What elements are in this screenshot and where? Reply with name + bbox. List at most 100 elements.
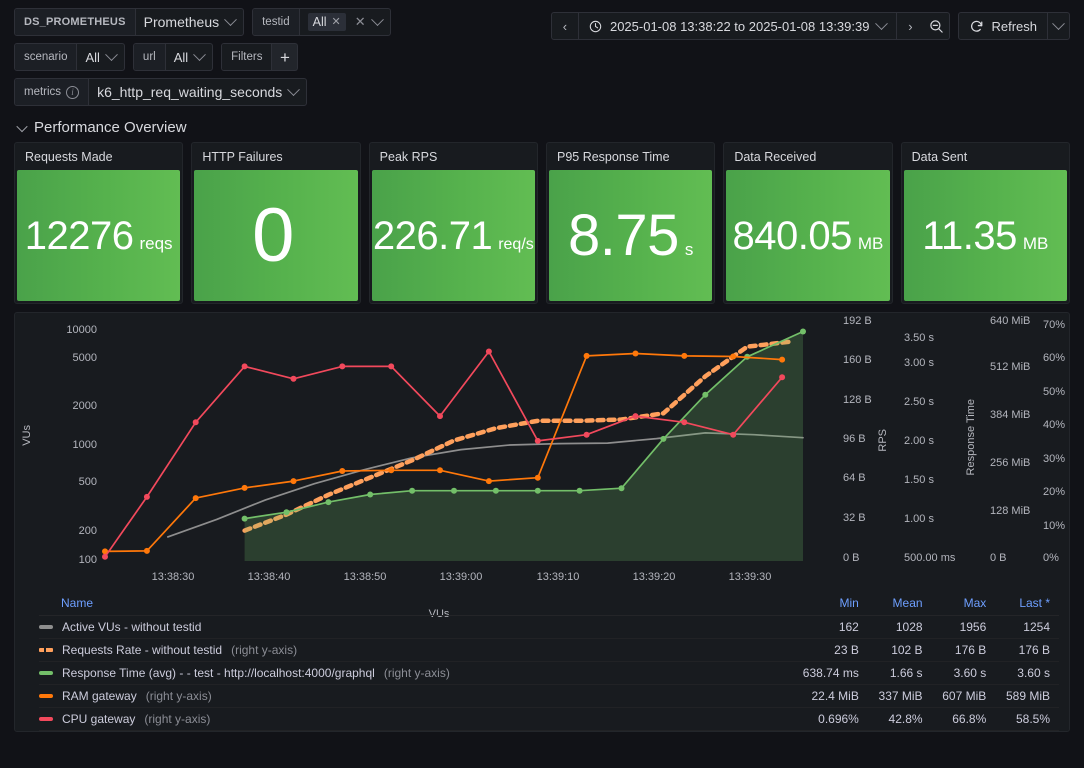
legend-col-min[interactable]: Min bbox=[793, 592, 868, 616]
variable-row-3: metrics i k6_http_req_waiting_seconds bbox=[14, 78, 1076, 106]
panel-title: P95 Response Time bbox=[556, 150, 670, 164]
legend-series-name-cell[interactable]: RAM gateway (right y-axis) bbox=[39, 684, 794, 708]
axis-tick-label: 100 bbox=[78, 554, 97, 566]
series-data-point bbox=[534, 474, 541, 481]
legend-col-max[interactable]: Max bbox=[931, 592, 996, 616]
axis-tick-label: 512 MiB bbox=[990, 361, 1031, 373]
legend-series-name-cell[interactable]: Active VUs - without testid bbox=[39, 615, 794, 639]
chevron-down-icon bbox=[287, 82, 301, 96]
stat-panel-p95-response-time[interactable]: P95 Response Time 8.75 s bbox=[545, 142, 716, 304]
variable-testid-pill[interactable]: All ✕ bbox=[307, 13, 346, 31]
variable-row-2: scenario All url All Filters + bbox=[14, 43, 1076, 71]
variable-scenario-value[interactable]: All bbox=[77, 44, 123, 70]
legend-cell-last: 58.5% bbox=[995, 707, 1059, 731]
legend-col-name[interactable]: Name bbox=[39, 592, 794, 616]
axis-tick-label: 0% bbox=[1043, 552, 1059, 564]
refresh-interval-dropdown[interactable] bbox=[1047, 13, 1069, 39]
legend-series-name-cell[interactable]: CPU gateway (right y-axis) bbox=[39, 707, 794, 731]
timeseries-panel[interactable]: VUs RPS Response Time 100 200 500 1000 2000 5… bbox=[14, 312, 1070, 732]
chevron-down-icon bbox=[224, 12, 237, 26]
legend-cell-mean: 337 MiB bbox=[867, 684, 932, 708]
legend-row[interactable]: RAM gateway (right y-axis) 22.4 MiB 337 Mi… bbox=[39, 684, 1059, 708]
axis-tick-label: 1000 bbox=[72, 439, 97, 451]
series-data-point bbox=[283, 509, 290, 516]
legend-row[interactable]: Response Time (avg) - - test - http://lo… bbox=[39, 661, 1059, 685]
axis-tick-label: 640 MiB bbox=[990, 315, 1031, 327]
x-axis-tick-label: 13:38:50 bbox=[343, 571, 387, 583]
variable-datasource-value[interactable]: Prometheus bbox=[136, 9, 243, 35]
series-data-point bbox=[290, 375, 297, 382]
axis-tick-label: 3.00 s bbox=[904, 357, 934, 369]
stat-panel-data-received[interactable]: Data Received 840.05 MB bbox=[723, 142, 893, 304]
series-data-point bbox=[632, 350, 639, 357]
legend-axis-note: (right y-axis) bbox=[383, 666, 450, 680]
plot-area[interactable]: VUs RPS Response Time 100 200 500 1000 2000 5… bbox=[15, 313, 1069, 605]
variable-datasource[interactable]: DS_PROMETHEUS Prometheus bbox=[14, 8, 245, 36]
legend-cell-mean: 1.66 s bbox=[867, 661, 932, 685]
refresh-icon bbox=[971, 20, 983, 32]
variable-testid[interactable]: testid All ✕ ✕ bbox=[252, 8, 391, 36]
legend-axis-note: (right y-axis) bbox=[144, 712, 211, 726]
x-axis-tick-label: 13:39:10 bbox=[536, 571, 580, 583]
series-data-point bbox=[534, 487, 541, 494]
axis-tick-label: 70% bbox=[1043, 319, 1066, 331]
legend-col-mean[interactable]: Mean bbox=[867, 592, 932, 616]
legend-cell-max: 3.60 s bbox=[931, 661, 996, 685]
legend-series-name-cell[interactable]: Response Time (avg) - - test - http://lo… bbox=[39, 661, 794, 685]
series-data-point bbox=[325, 499, 332, 506]
x-axis-tick-label: 13:38:30 bbox=[151, 571, 195, 583]
variable-scenario[interactable]: scenario All bbox=[14, 43, 125, 71]
legend-row[interactable]: Active VUs - without testid 162 1028 1956 12… bbox=[39, 615, 1059, 639]
stat-panel-requests-made[interactable]: Requests Made 12276 reqs bbox=[14, 142, 184, 304]
variable-metrics[interactable]: metrics i k6_http_req_waiting_seconds bbox=[14, 78, 308, 106]
stat-panel-http-failures[interactable]: HTTP Failures 0 bbox=[191, 142, 361, 304]
stat-value: 11.35 bbox=[922, 213, 1017, 258]
axis-tick-label: 0 B bbox=[843, 552, 860, 564]
stat-value: 8.75 bbox=[567, 202, 679, 268]
stat-unit: s bbox=[684, 239, 694, 259]
axis-tick-label: 160 B bbox=[843, 354, 872, 366]
row-title: Performance Overview bbox=[34, 119, 187, 136]
legend-row[interactable]: Requests Rate - without testid (right y-… bbox=[39, 638, 1059, 662]
refresh-button[interactable]: Refresh bbox=[959, 13, 1047, 39]
axis-tick-label: 2.00 s bbox=[904, 435, 934, 447]
stat-panel-row: Requests Made 12276 reqs HTTP Failures 0… bbox=[0, 142, 1084, 304]
legend-row[interactable]: CPU gateway (right y-axis) 0.696% 42.8% 66.… bbox=[39, 707, 1059, 731]
adhoc-filters: Filters + bbox=[221, 43, 299, 71]
axis-tick-label: 50% bbox=[1043, 386, 1066, 398]
panel-title: Requests Made bbox=[25, 150, 113, 164]
legend-color-swatch bbox=[39, 625, 53, 629]
axis-tick-label: 1.00 s bbox=[904, 513, 934, 525]
variable-url-label: url bbox=[133, 44, 166, 70]
legend-series-name-cell[interactable]: Requests Rate - without testid (right y-… bbox=[39, 638, 794, 662]
zoom-out-button[interactable] bbox=[923, 13, 949, 39]
stat-panel-data-sent[interactable]: Data Sent 11.35 MB bbox=[900, 142, 1070, 304]
axis-tick-label: 128 MiB bbox=[990, 505, 1031, 517]
axis-tick-label: 200 bbox=[78, 525, 97, 537]
series-data-point bbox=[437, 467, 443, 474]
time-controls: ‹ 2025-01-08 13:38:22 to 2025-01-08 13:3… bbox=[550, 12, 1070, 40]
axis-tick-label: 0 B bbox=[990, 552, 1007, 564]
clear-icon[interactable]: ✕ bbox=[355, 14, 366, 30]
remove-icon[interactable]: ✕ bbox=[332, 16, 341, 28]
stat-panel-peak-rps[interactable]: Peak RPS 226.71 req/s bbox=[368, 142, 538, 304]
variable-testid-value[interactable]: All ✕ ✕ bbox=[300, 9, 390, 35]
row-header-performance-overview[interactable]: Performance Overview bbox=[0, 113, 1084, 142]
add-filter-button[interactable]: + bbox=[272, 43, 299, 71]
stat-value-area: 840.05 MB bbox=[726, 170, 890, 301]
rps-axis-title: RPS bbox=[877, 429, 889, 452]
zoom-out-icon bbox=[930, 19, 943, 33]
series-data-point bbox=[730, 431, 737, 438]
series-data-point bbox=[241, 484, 248, 491]
variable-metrics-value[interactable]: k6_http_req_waiting_seconds bbox=[89, 79, 306, 105]
variable-url-value[interactable]: All bbox=[166, 44, 212, 70]
legend-col-last[interactable]: Last * bbox=[995, 592, 1059, 616]
axis-tick-label: 64 B bbox=[843, 472, 866, 484]
time-shift-forward-button[interactable]: › bbox=[897, 13, 923, 39]
variable-url[interactable]: url All bbox=[132, 43, 214, 71]
time-range-button[interactable]: 2025-01-08 13:38:22 to 2025-01-08 13:39:… bbox=[577, 13, 898, 39]
info-icon[interactable]: i bbox=[66, 85, 80, 99]
time-shift-back-button[interactable]: ‹ bbox=[552, 13, 578, 39]
legend-series-label: Requests Rate - without testid bbox=[62, 643, 223, 657]
series-data-point bbox=[534, 437, 541, 444]
